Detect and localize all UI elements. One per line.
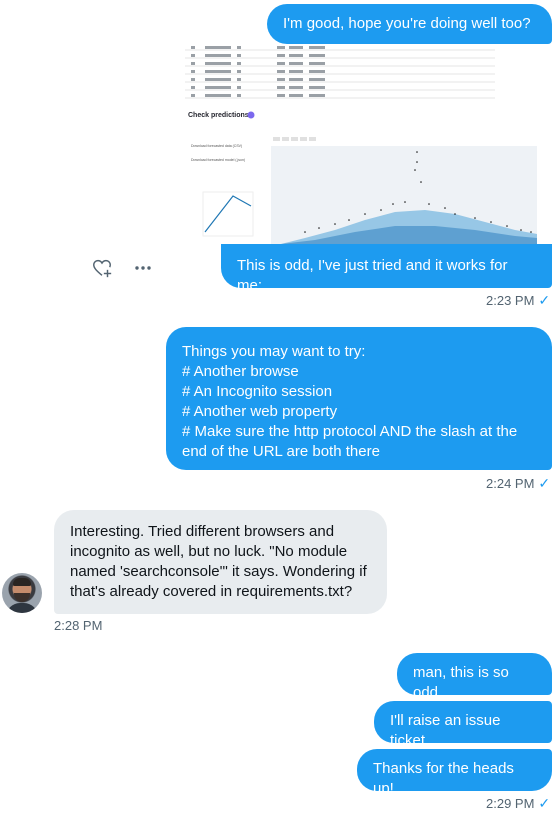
message-meta: 2:29 PM ✓: [486, 795, 550, 812]
timestamp: 2:28 PM: [54, 618, 103, 633]
message-text: I'll raise an issue ticket: [390, 712, 501, 749]
message-bubble-outgoing[interactable]: Thanks for the heads up!: [357, 749, 552, 797]
message-meta: 2:28 PM: [54, 618, 102, 633]
message-bubble-outgoing[interactable]: Things you may want to try: # Another br…: [166, 327, 552, 470]
message-line: # Make sure the http protocol AND the sl…: [182, 423, 518, 460]
checkmark-icon: ✓: [538, 795, 551, 811]
message-text: Interesting. Tried different browsers an…: [70, 523, 367, 600]
timestamp: 2:24 PM: [486, 476, 535, 491]
message-text: Thanks for the heads up!: [373, 760, 514, 797]
avatar[interactable]: [2, 573, 42, 613]
checkmark-icon: ✓: [538, 475, 551, 491]
message-line: # Another browse: [182, 363, 299, 380]
more-options-button[interactable]: [131, 256, 155, 280]
attached-image-heading: Check predictions: [188, 112, 249, 119]
timestamp: 2:29 PM: [486, 796, 535, 811]
checkmark-icon: ✓: [538, 292, 551, 308]
heart-plus-icon: [93, 259, 112, 278]
message-bubble-incoming[interactable]: Interesting. Tried different browsers an…: [54, 510, 387, 614]
message-meta: 2:24 PM ✓: [486, 475, 550, 492]
message-bubble-outgoing[interactable]: This is odd, I've just tried and it work…: [221, 244, 552, 294]
message-text: I'm good, hope you're doing well too?: [283, 15, 531, 32]
timestamp: 2:23 PM: [486, 293, 535, 308]
message-bubble-outgoing[interactable]: I'm good, hope you're doing well too?: [267, 4, 552, 44]
message-bubble-outgoing[interactable]: I'll raise an issue ticket: [374, 701, 552, 749]
message-text: This is odd, I've just tried and it work…: [237, 257, 508, 294]
react-heart-button[interactable]: [90, 256, 114, 280]
attached-image-content: Check predictions Download forecasted da…: [185, 46, 537, 244]
attached-image[interactable]: Check predictions Download forecasted da…: [185, 44, 537, 244]
attached-image-link: Download forecasted model (.json): [191, 158, 245, 162]
message-line: # Another web property: [182, 403, 338, 420]
message-bubble-outgoing[interactable]: man, this is so odd: [397, 653, 552, 701]
more-horizontal-icon: [135, 266, 151, 270]
message-line: # An Incognito session: [182, 383, 333, 400]
message-meta: 2:23 PM ✓: [486, 292, 550, 309]
message-text: man, this is so odd: [413, 664, 509, 701]
attached-image-link: Download forecasted data (CSV): [191, 144, 242, 148]
message-line: Things you may want to try:: [182, 343, 366, 360]
